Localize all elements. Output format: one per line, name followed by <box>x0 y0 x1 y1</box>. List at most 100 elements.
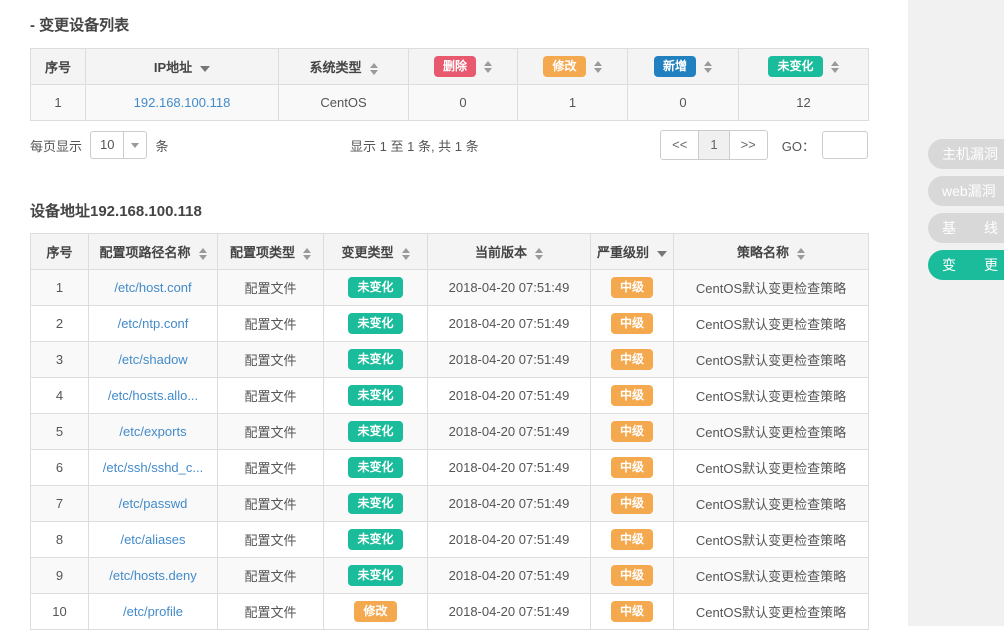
cell-added-count: 0 <box>628 85 739 121</box>
header-os-type[interactable]: 系统类型 <box>279 49 409 85</box>
unchanged-badge: 未变化 <box>768 56 822 76</box>
sort-desc-icon[interactable] <box>657 251 667 257</box>
cell-severity: 中级 <box>591 306 674 342</box>
config-change-table: 序号 配置项路径名称 配置项类型 变更类型 当前版本 严重级别 策略名称 1 /… <box>30 233 869 630</box>
header-modified[interactable]: 修改 <box>518 49 628 85</box>
device-table-row: 1 192.168.100.118 CentOS 0 1 0 12 <box>31 85 869 121</box>
cell-current-version: 2018-04-20 07:51:49 <box>428 270 591 306</box>
cell-current-version: 2018-04-20 07:51:49 <box>428 378 591 414</box>
header-config-type[interactable]: 配置项类型 <box>218 234 324 270</box>
change-type-badge: 未变化 <box>348 313 402 333</box>
config-path-link[interactable]: /etc/hosts.allo... <box>108 388 198 403</box>
config-path-link[interactable]: /etc/ntp.conf <box>118 316 189 331</box>
cell-current-version: 2018-04-20 07:51:49 <box>428 342 591 378</box>
config-path-link[interactable]: /etc/profile <box>123 604 183 619</box>
cell-change-type: 未变化 <box>324 558 428 594</box>
cell-config-type: 配置文件 <box>218 486 324 522</box>
header-ip[interactable]: IP地址 <box>86 49 279 85</box>
cell-config-path: /etc/shadow <box>89 342 218 378</box>
side-tab-web-vuln[interactable]: web漏洞 <box>928 176 1004 206</box>
sort-icon[interactable] <box>484 61 492 73</box>
sort-icon[interactable] <box>199 248 207 260</box>
device-table-header-row: 序号 IP地址 系统类型 删除 修改 新增 未变化 <box>31 49 869 85</box>
header-current-version[interactable]: 当前版本 <box>428 234 591 270</box>
cell-config-type: 配置文件 <box>218 450 324 486</box>
section-title-device-list: - 变更设备列表 <box>30 14 868 35</box>
cell-change-type: 未变化 <box>324 414 428 450</box>
header-added[interactable]: 新增 <box>628 49 739 85</box>
cell-current-version: 2018-04-20 07:51:49 <box>428 522 591 558</box>
cell-os: CentOS <box>279 85 409 121</box>
cell-policy-name: CentOS默认变更检查策略 <box>674 270 869 306</box>
sort-icon[interactable] <box>535 248 543 260</box>
config-path-link[interactable]: /etc/aliases <box>120 532 185 547</box>
severity-badge: 中级 <box>611 457 653 477</box>
cell-config-path: /etc/hosts.allo... <box>89 378 218 414</box>
current-page-button[interactable]: 1 <box>699 131 729 159</box>
cell-seq: 9 <box>31 558 89 594</box>
page-button-group: << 1 >> <box>660 130 768 160</box>
sort-icon[interactable] <box>594 61 602 73</box>
change-type-badge: 未变化 <box>348 277 402 297</box>
cell-current-version: 2018-04-20 07:51:49 <box>428 486 591 522</box>
side-tab-host-vuln[interactable]: 主机漏洞 <box>928 139 1004 169</box>
header-unchanged[interactable]: 未变化 <box>739 49 869 85</box>
cell-severity: 中级 <box>591 594 674 630</box>
cell-config-type: 配置文件 <box>218 594 324 630</box>
cell-config-type: 配置文件 <box>218 558 324 594</box>
cell-policy-name: CentOS默认变更检查策略 <box>674 594 869 630</box>
per-page-select[interactable]: 10 <box>90 131 147 159</box>
change-type-badge: 未变化 <box>348 385 402 405</box>
cell-config-path: /etc/ssh/sshd_c... <box>89 450 218 486</box>
cell-change-type: 未变化 <box>324 378 428 414</box>
sort-icon[interactable] <box>831 61 839 73</box>
sort-icon[interactable] <box>402 248 410 260</box>
cell-modified-count: 1 <box>518 85 628 121</box>
chevron-down-icon <box>123 132 146 158</box>
sort-icon[interactable] <box>303 248 311 260</box>
cell-current-version: 2018-04-20 07:51:49 <box>428 594 591 630</box>
goto-page-label: GO： <box>782 136 815 155</box>
cell-config-path: /etc/ntp.conf <box>89 306 218 342</box>
header-deleted[interactable]: 删除 <box>409 49 518 85</box>
config-path-link[interactable]: /etc/ssh/sshd_c... <box>103 460 203 475</box>
config-table-header-row: 序号 配置项路径名称 配置项类型 变更类型 当前版本 严重级别 策略名称 <box>31 234 869 270</box>
config-table-row: 7 /etc/passwd 配置文件 未变化 2018-04-20 07:51:… <box>31 486 869 522</box>
cell-current-version: 2018-04-20 07:51:49 <box>428 414 591 450</box>
device-ip-link[interactable]: 192.168.100.118 <box>134 95 231 110</box>
modify-badge: 修改 <box>543 56 585 76</box>
cell-seq: 1 <box>31 270 89 306</box>
header-change-type[interactable]: 变更类型 <box>324 234 428 270</box>
cell-seq: 3 <box>31 342 89 378</box>
config-table-row: 1 /etc/host.conf 配置文件 未变化 2018-04-20 07:… <box>31 270 869 306</box>
config-table-row: 4 /etc/hosts.allo... 配置文件 未变化 2018-04-20… <box>31 378 869 414</box>
sort-icon[interactable] <box>797 248 805 260</box>
header-policy-name[interactable]: 策略名称 <box>674 234 869 270</box>
sort-desc-icon[interactable] <box>200 66 210 72</box>
next-page-button[interactable]: >> <box>730 131 767 159</box>
cell-config-path: /etc/profile <box>89 594 218 630</box>
change-type-badge: 未变化 <box>348 457 402 477</box>
cell-seq: 2 <box>31 306 89 342</box>
config-table-row: 10 /etc/profile 配置文件 修改 2018-04-20 07:51… <box>31 594 869 630</box>
sort-icon[interactable] <box>370 63 378 75</box>
config-path-link[interactable]: /etc/passwd <box>119 496 188 511</box>
side-tab-panel: 主机漏洞 web漏洞 基 线 变 更 <box>908 0 1004 626</box>
header-severity[interactable]: 严重级别 <box>591 234 674 270</box>
config-path-link[interactable]: /etc/hosts.deny <box>109 568 196 583</box>
change-type-badge: 未变化 <box>348 529 402 549</box>
config-path-link[interactable]: /etc/shadow <box>118 352 187 367</box>
side-tab-change[interactable]: 变 更 <box>928 250 1004 280</box>
cell-severity: 中级 <box>591 378 674 414</box>
cell-severity: 中级 <box>591 486 674 522</box>
per-page-unit-label: 条 <box>155 136 168 155</box>
severity-badge: 中级 <box>611 385 653 405</box>
header-config-path[interactable]: 配置项路径名称 <box>89 234 218 270</box>
side-tab-baseline[interactable]: 基 线 <box>928 213 1004 243</box>
config-path-link[interactable]: /etc/exports <box>119 424 186 439</box>
sort-icon[interactable] <box>704 61 712 73</box>
goto-page-input[interactable] <box>822 131 868 159</box>
config-path-link[interactable]: /etc/host.conf <box>114 280 191 295</box>
cell-config-path: /etc/aliases <box>89 522 218 558</box>
prev-page-button[interactable]: << <box>661 131 699 159</box>
